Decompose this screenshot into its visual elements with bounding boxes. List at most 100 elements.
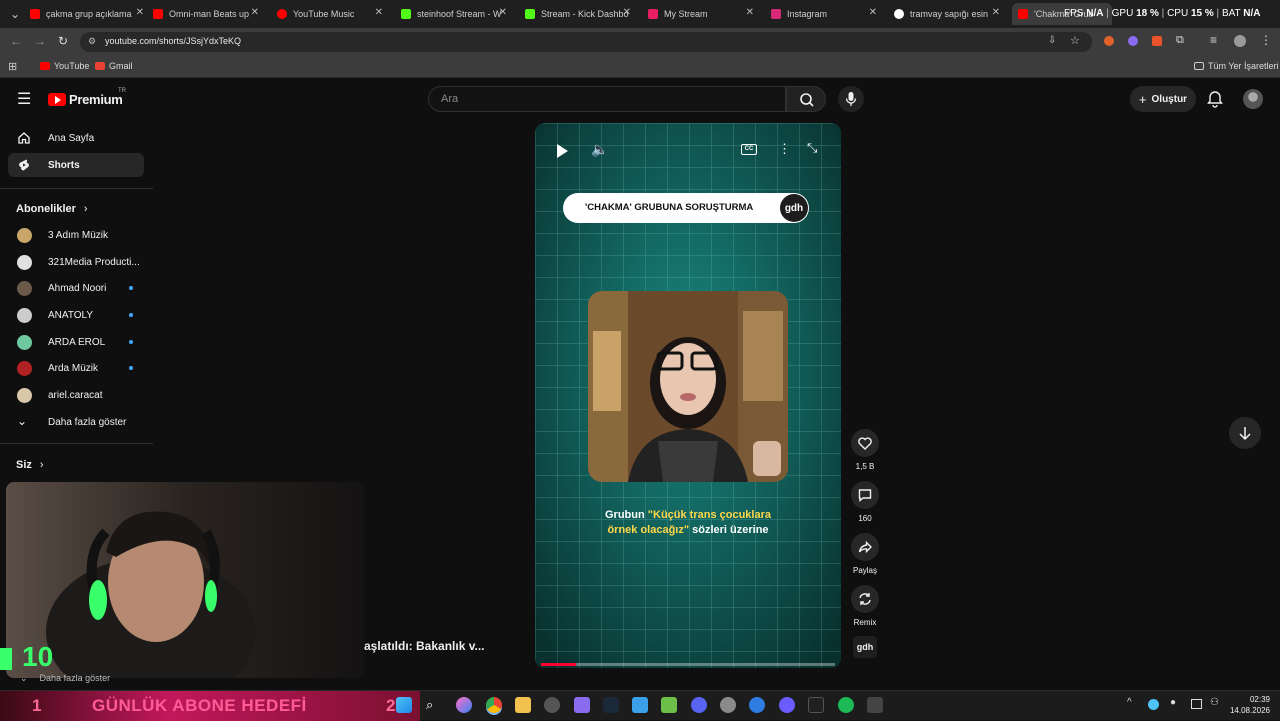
close-icon[interactable]: ✕ <box>623 7 631 18</box>
channel-avatar-button[interactable]: gdh <box>853 636 877 658</box>
app-icon[interactable] <box>867 697 883 713</box>
subscription-item[interactable]: ARDA EROL <box>8 330 144 354</box>
tab-2[interactable]: Omni-man Beats up ✕ <box>153 3 265 25</box>
network-icon[interactable]: ⚇ <box>1210 697 1219 708</box>
bookmark-gmail[interactable]: Gmail <box>95 61 133 71</box>
reload-icon[interactable]: ↻ <box>58 34 68 48</box>
close-icon[interactable]: ✕ <box>869 7 877 18</box>
chrome-icon[interactable] <box>486 697 502 713</box>
more-options-icon[interactable]: ⋮ <box>778 141 791 157</box>
install-icon[interactable]: ⇩ <box>1048 35 1056 46</box>
subscription-item[interactable]: Ahmad Noori <box>8 276 144 300</box>
subscription-item[interactable]: 321Media Producti... <box>8 250 144 274</box>
copilot-icon[interactable] <box>456 697 472 713</box>
clock[interactable]: 02:39 14.08.2026 <box>1228 694 1270 716</box>
tray-app-icon[interactable] <box>1191 699 1202 709</box>
extension-icon[interactable] <box>1128 36 1138 46</box>
like-button[interactable] <box>851 429 879 457</box>
captions-icon[interactable]: CC <box>741 144 757 155</box>
all-bookmarks-label: Tüm Yer İşaretleri <box>1208 61 1279 71</box>
file-explorer-icon[interactable] <box>515 697 531 713</box>
start-icon[interactable] <box>396 697 412 713</box>
puzzle-icon[interactable]: ⧉ <box>1176 34 1184 47</box>
sidebar-item-home[interactable]: Ana Sayfa <box>8 126 144 150</box>
remix-button[interactable] <box>851 585 879 613</box>
extension-icon[interactable] <box>1104 36 1114 46</box>
youtube-logo[interactable]: Premium TR <box>48 88 134 108</box>
sidebar-divider <box>0 188 153 189</box>
kebab-menu-icon[interactable]: ⋮ <box>1260 33 1272 47</box>
share-button[interactable] <box>851 533 879 561</box>
tray-chevron-icon[interactable]: ^ <box>1127 697 1132 708</box>
subscription-item[interactable]: Arda Müzik <box>8 356 144 380</box>
address-bar[interactable]: ⚙ youtube.com/shorts/JSsjYdxTeKQ ⇩ ☆ <box>80 32 1092 52</box>
instagram-icon <box>771 9 781 19</box>
voice-search-button[interactable] <box>838 86 864 112</box>
counter-value: 10 <box>22 641 54 672</box>
channel-avatar <box>17 334 32 350</box>
close-icon[interactable]: ✕ <box>746 7 754 18</box>
close-icon[interactable]: ✕ <box>251 7 259 18</box>
app-icon[interactable] <box>749 697 765 713</box>
spotify-icon[interactable] <box>838 697 854 713</box>
extension-icon[interactable] <box>1152 36 1162 46</box>
discord-icon[interactable] <box>691 697 707 713</box>
obs-icon[interactable] <box>544 697 560 713</box>
tab-3[interactable]: YouTube Music ✕ <box>277 3 389 25</box>
forward-icon[interactable]: → <box>34 34 46 48</box>
subscription-item[interactable]: ANATOLY <box>8 303 144 327</box>
tray-app-icon[interactable] <box>1148 699 1159 710</box>
site-info-icon[interactable]: ⚙ <box>88 36 96 47</box>
steam-icon[interactable] <box>603 697 619 713</box>
close-icon[interactable]: ✕ <box>992 7 1000 18</box>
create-button[interactable]: + Oluştur <box>1130 86 1196 112</box>
app-icon[interactable] <box>661 697 677 713</box>
subscription-item[interactable]: ariel.caracat <box>8 383 144 407</box>
close-icon[interactable]: ✕ <box>136 7 144 18</box>
subscriptions-heading[interactable]: Abonelikler › <box>16 203 88 215</box>
profile-icon[interactable] <box>1234 35 1246 47</box>
tab-5[interactable]: Stream - Kick Dashbo ✕ <box>525 3 637 25</box>
sidebar-item-shorts[interactable]: Shorts <box>8 153 144 177</box>
photos-icon[interactable] <box>632 697 648 713</box>
app-icon[interactable] <box>808 697 824 713</box>
back-icon[interactable]: ← <box>10 34 22 48</box>
close-icon[interactable]: ✕ <box>375 7 383 18</box>
next-video-button[interactable] <box>1229 417 1261 449</box>
messenger-icon[interactable] <box>779 697 795 713</box>
app-icon[interactable] <box>574 697 590 713</box>
account-avatar[interactable] <box>1243 89 1263 109</box>
search-icon[interactable]: ⌕ <box>426 697 442 713</box>
close-icon[interactable]: ✕ <box>499 7 507 18</box>
channel-name: Ahmad Noori <box>48 282 107 294</box>
logo-text: Premium <box>69 92 123 107</box>
video-progress-bar[interactable] <box>541 663 835 666</box>
tab-4[interactable]: steinhoof Stream - W ✕ <box>401 3 513 25</box>
tray-mic-icon[interactable]: ● <box>1170 697 1176 708</box>
star-icon[interactable]: ☆ <box>1070 34 1080 47</box>
all-bookmarks[interactable]: Tüm Yer İşaretleri <box>1194 61 1279 71</box>
settings-icon[interactable] <box>720 697 736 713</box>
ticker-text: aşlatıldı: Bakanlık v... <box>364 639 485 653</box>
menu-list-icon[interactable]: ≡ <box>1210 33 1217 47</box>
search-button[interactable] <box>786 86 826 112</box>
tab-search-icon[interactable]: ⌄ <box>10 7 20 21</box>
subtitle-post: sözleri üzerine <box>689 524 769 536</box>
fullscreen-icon[interactable]: ⤡ <box>807 140 817 156</box>
show-more-bottom[interactable]: ⌄ Daha fazla göster <box>20 673 110 684</box>
tab-8[interactable]: tramvay sapığı esin ✕ <box>894 3 1006 25</box>
tab-7[interactable]: Instagram ✕ <box>771 3 883 25</box>
apps-icon[interactable]: ⊞ <box>8 60 17 73</box>
search-input[interactable]: Ara <box>428 86 786 112</box>
comments-button[interactable] <box>851 481 879 509</box>
volume-icon[interactable]: 🔈 <box>591 141 608 158</box>
tab-1[interactable]: çakma grup açıklama ✕ <box>30 3 150 25</box>
notifications-bell-icon[interactable] <box>1207 90 1223 113</box>
you-heading[interactable]: Siz › <box>16 459 44 471</box>
subscription-item[interactable]: 3 Adım Müzik <box>8 223 144 247</box>
hamburger-menu-icon[interactable]: ☰ <box>17 89 31 109</box>
show-more-button[interactable]: ⌄ Daha fazla göster <box>8 410 144 434</box>
bookmark-youtube[interactable]: YouTube <box>40 61 89 71</box>
play-button[interactable] <box>557 144 568 158</box>
tab-6[interactable]: My Stream ✕ <box>648 3 760 25</box>
